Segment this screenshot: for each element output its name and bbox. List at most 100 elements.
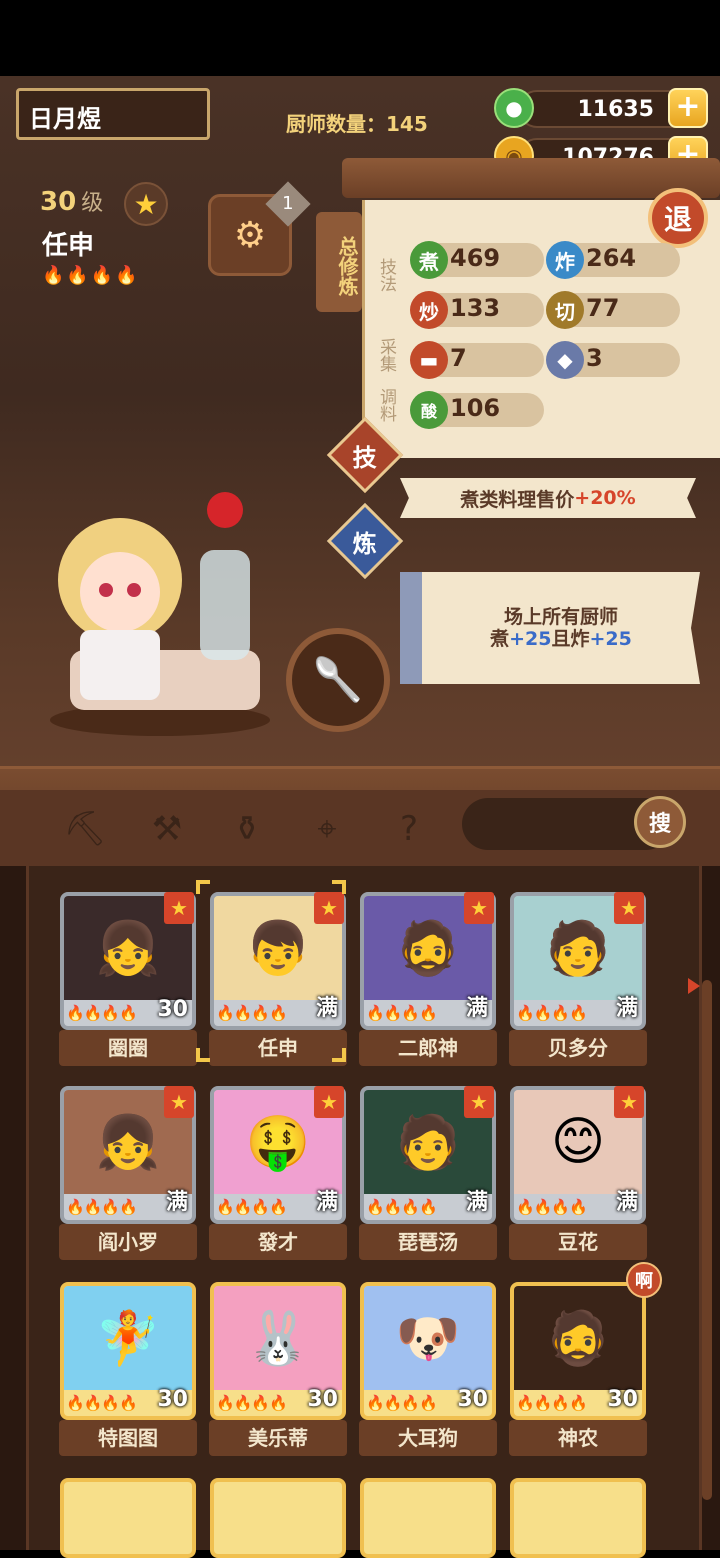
chef-name: 任申	[42, 231, 95, 261]
star-icon: ★	[614, 892, 644, 924]
stat-stirfry: 炒 133	[410, 291, 544, 329]
level-number: 30	[40, 187, 77, 217]
chef-name-plate[interactable]: 特图图	[59, 1420, 197, 1456]
chef-card[interactable]: 🧔 🔥🔥🔥🔥 30	[510, 1282, 646, 1420]
chef-name-plate[interactable]: 贝多分	[509, 1030, 647, 1066]
flame-rating: 🔥🔥🔥🔥	[216, 1198, 288, 1216]
chef-name-plate[interactable]: 圈圈	[59, 1030, 197, 1066]
chef-portrait	[50, 492, 270, 736]
star-icon: ★	[464, 1086, 494, 1118]
flame-rating: 🔥🔥🔥🔥	[366, 1394, 438, 1412]
boil-icon: 煮	[410, 241, 448, 279]
add-jade-button[interactable]: +	[668, 88, 708, 128]
flame-rating: 🔥🔥🔥🔥	[66, 1004, 138, 1022]
stat-sour: 酸 106	[410, 391, 544, 429]
flame-rating: 🔥🔥🔥🔥	[42, 265, 140, 286]
flame-rating: 🔥🔥🔥🔥	[216, 1394, 288, 1412]
selection-corner	[332, 880, 346, 894]
chef-name-plate[interactable]: 琵琶汤	[359, 1224, 497, 1260]
chef-name-plate[interactable]: 發才	[209, 1224, 347, 1260]
ladle-icon[interactable]: 🥄	[286, 628, 390, 732]
fry-icon: 炸	[546, 241, 584, 279]
chef-avatar: 🧚	[64, 1286, 192, 1390]
jar-icon[interactable]: ⚱	[224, 806, 270, 852]
chef-card-partial[interactable]	[360, 1478, 496, 1558]
chef-level-badge: 30	[157, 1387, 188, 1412]
shovel-alt-icon[interactable]: ⚒	[144, 806, 190, 852]
status-bar-area	[0, 0, 720, 76]
scrollbar[interactable]	[702, 980, 712, 1500]
jade-icon: ●	[494, 88, 534, 128]
chef-avatar: 🐶	[364, 1286, 492, 1390]
shovel-icon[interactable]: ⛏	[62, 806, 108, 852]
stat-fish: ◆ 3	[546, 341, 680, 379]
chef-level-badge: 30	[157, 997, 188, 1022]
chef-name-plate[interactable]: 美乐蒂	[209, 1420, 347, 1456]
chef-card[interactable]: 🐶 🔥🔥🔥🔥 30	[360, 1282, 496, 1420]
chef-level-badge: 满	[315, 1190, 338, 1215]
chef-level-badge: 满	[615, 996, 638, 1021]
chef-name-plate[interactable]: 豆花	[509, 1224, 647, 1260]
chef-name-plate[interactable]: 任申	[209, 1030, 347, 1066]
flame-rating: 🔥🔥🔥🔥	[516, 1004, 588, 1022]
skill-banner: 煮类料理售价 +20%	[400, 478, 696, 518]
selection-corner	[196, 1048, 210, 1062]
chef-level-badge: 30	[607, 1387, 638, 1412]
chef-avatar: 🐰	[214, 1286, 342, 1390]
ah-badge: 啊	[626, 1262, 662, 1298]
chef-level-badge: 满	[465, 1190, 488, 1215]
stat-cut: 切 77	[546, 291, 680, 329]
star-icon: ★	[614, 1086, 644, 1118]
flame-rating: 🔥🔥🔥🔥	[366, 1004, 438, 1022]
chef-card-partial[interactable]	[210, 1478, 346, 1558]
star-icon: ★	[314, 892, 344, 924]
chef-card-partial[interactable]	[60, 1478, 196, 1558]
flame-rating: 🔥🔥🔥🔥	[66, 1198, 138, 1216]
chef-level-badge: 30	[457, 1387, 488, 1412]
chef-avatar: 🧔	[514, 1286, 642, 1390]
chef-name-plate[interactable]: 神农	[509, 1420, 647, 1456]
stat-boil: 煮 469	[410, 241, 544, 279]
player-name-box[interactable]: 日月煜	[16, 88, 210, 140]
cut-icon: 切	[546, 291, 584, 329]
chef-name-plate[interactable]: 大耳狗	[359, 1420, 497, 1456]
flame-rating: 🔥🔥🔥🔥	[216, 1004, 288, 1022]
chef-level-badge: 满	[465, 996, 488, 1021]
level-suffix: 级	[81, 191, 104, 216]
star-icon: ★	[314, 1086, 344, 1118]
chef-name-plate[interactable]: 二郎神	[359, 1030, 497, 1066]
chef-level-badge: 满	[315, 996, 338, 1021]
label-technique: 技法	[376, 258, 396, 292]
star-icon: ★	[164, 1086, 194, 1118]
map-question-icon[interactable]: ?	[386, 806, 432, 852]
meat-icon: ▬	[410, 341, 448, 379]
refine-card: 场上所有厨师 煮+25且炸+25	[400, 572, 700, 684]
selection-corner	[196, 880, 210, 894]
flame-rating: 🔥🔥🔥🔥	[66, 1394, 138, 1412]
player-name: 日月煜	[29, 105, 101, 133]
chef-count: 厨师数量：145	[286, 112, 428, 136]
stat-fry: 炸 264	[546, 241, 680, 279]
chef-level-badge: 满	[165, 1190, 188, 1215]
tab-total-training[interactable]: 总修炼	[316, 212, 362, 312]
retreat-button[interactable]: 退	[648, 188, 708, 248]
stat-meat: ▬ 7	[410, 341, 544, 379]
selection-corner	[332, 1048, 346, 1062]
flame-rating: 🔥🔥🔥🔥	[516, 1198, 588, 1216]
chef-name-plate[interactable]: 阎小罗	[59, 1224, 197, 1260]
chef-card-partial[interactable]	[510, 1478, 646, 1558]
star-icon: ★	[464, 892, 494, 924]
chef-level: 30 级	[40, 185, 103, 217]
jade-amount: 11635	[577, 97, 654, 122]
label-gather: 采集	[376, 338, 396, 372]
flame-rating: 🔥🔥🔥🔥	[366, 1198, 438, 1216]
location-icon[interactable]: ⌖	[304, 806, 350, 852]
chef-card[interactable]: 🐰 🔥🔥🔥🔥 30	[210, 1282, 346, 1420]
flame-rating: 🔥🔥🔥🔥	[516, 1394, 588, 1412]
search-button[interactable]: 搜	[634, 796, 686, 848]
label-season: 调料	[376, 388, 396, 422]
chef-card[interactable]: 🧚 🔥🔥🔥🔥 30	[60, 1282, 196, 1420]
chef-level-badge: 满	[615, 1190, 638, 1215]
star-icon: ★	[164, 892, 194, 924]
star-icon[interactable]: ★	[124, 182, 168, 226]
